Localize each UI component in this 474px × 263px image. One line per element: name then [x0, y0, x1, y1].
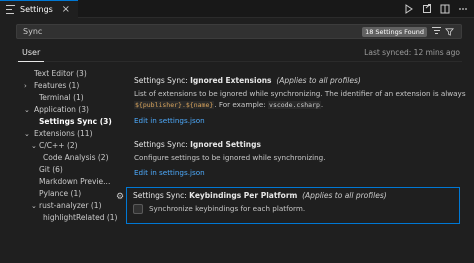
- toc-label: C/C++ (2): [39, 141, 78, 150]
- clear-filter-icon[interactable]: [432, 27, 441, 36]
- chevron-down-icon[interactable]: ⌄: [24, 104, 30, 116]
- description-text: List of extensions to be ignored while s…: [134, 89, 466, 98]
- run-icon[interactable]: [404, 3, 414, 14]
- toc-label: Text Editor (3): [34, 69, 87, 78]
- setting-name: Keybindings Per Platform: [189, 191, 298, 200]
- description-text: . For example:: [214, 100, 266, 109]
- settings-scope-bar: User Last synced: 12 mins ago: [16, 44, 462, 62]
- toc-label: Extensions (11): [34, 129, 93, 138]
- search-value: Sync: [23, 27, 43, 36]
- toc-item-application[interactable]: ⌄ Application (3): [18, 104, 128, 116]
- setting-category: Settings Sync:: [134, 140, 191, 149]
- settings-toc: Text Editor (3) › Features (1) Terminal (…: [18, 68, 128, 224]
- toc-item-text-editor[interactable]: Text Editor (3): [18, 68, 128, 80]
- setting-name: Ignored Extensions: [190, 76, 272, 85]
- tab-user[interactable]: User: [22, 48, 40, 57]
- setting-description: List of extensions to be ignored while s…: [134, 88, 468, 111]
- filter-icon[interactable]: [445, 27, 454, 36]
- close-icon[interactable]: ×: [62, 4, 70, 15]
- toc-label: Markdown Previe...: [39, 177, 111, 186]
- results-count-badge: 18 Settings Found: [362, 27, 427, 37]
- code-snippet: ${publisher}.${name}: [134, 101, 215, 109]
- setting-ignored-settings: Settings Sync: Ignored Settings Configur…: [134, 140, 468, 177]
- toc-label: Settings Sync (3): [39, 117, 112, 126]
- gear-icon[interactable]: ⚙: [116, 193, 125, 202]
- description-text: .: [320, 100, 324, 109]
- toc-item-extensions[interactable]: ⌄ Extensions (11): [18, 128, 128, 140]
- tab-title: Settings: [20, 5, 53, 14]
- chevron-down-icon[interactable]: ⌄: [24, 128, 30, 140]
- toc-item-git[interactable]: Git (6): [18, 164, 128, 176]
- keybindings-per-platform-checkbox[interactable]: [133, 203, 143, 214]
- chevron-right-icon[interactable]: ›: [24, 80, 27, 92]
- toc-label: rust-analyzer (1): [39, 201, 102, 210]
- open-json-icon[interactable]: [422, 3, 432, 14]
- editor-actions: [404, 3, 468, 14]
- checkbox-row: Synchronize keybindings for each platfor…: [133, 203, 453, 214]
- edit-in-settings-json-link[interactable]: Edit in settings.json: [134, 168, 468, 177]
- toc-item-features[interactable]: › Features (1): [18, 80, 128, 92]
- active-tab-indicator: [18, 61, 44, 62]
- setting-category: Settings Sync:: [134, 76, 191, 85]
- setting-title: Settings Sync: Ignored Extensions (Appli…: [134, 76, 468, 85]
- toc-label: Pylance (1): [39, 189, 82, 198]
- toc-item-terminal[interactable]: Terminal (1): [18, 92, 128, 104]
- settings-list-icon: [6, 5, 15, 14]
- setting-category: Settings Sync:: [133, 191, 190, 200]
- edit-in-settings-json-link[interactable]: Edit in settings.json: [134, 116, 468, 125]
- toc-label: Code Analysis (2): [43, 153, 109, 162]
- toc-label: Terminal (1): [39, 93, 84, 102]
- chevron-down-icon[interactable]: ⌄: [31, 200, 37, 212]
- setting-title: Settings Sync: Keybindings Per Platform …: [133, 191, 453, 200]
- scope-note: (Applies to all profiles): [302, 191, 387, 200]
- toc-label: highlightRelated (1): [43, 213, 118, 222]
- toc-label: Application (3): [34, 105, 89, 114]
- toc-item-cpp[interactable]: ⌄ C/C++ (2): [18, 140, 128, 152]
- last-synced-status: Last synced: 12 mins ago: [364, 48, 460, 57]
- setting-title: Settings Sync: Ignored Settings: [134, 140, 468, 149]
- split-editor-icon[interactable]: [440, 3, 450, 14]
- toc-item-code-analysis[interactable]: Code Analysis (2): [18, 152, 128, 164]
- setting-name: Ignored Settings: [190, 140, 261, 149]
- settings-tab[interactable]: Settings ×: [0, 0, 78, 18]
- toc-item-pylance[interactable]: Pylance (1): [18, 188, 128, 200]
- toc-label: Git (6): [39, 165, 63, 174]
- settings-search-input[interactable]: Sync 18 Settings Found: [16, 24, 462, 39]
- toc-item-highlight-related[interactable]: highlightRelated (1): [18, 212, 128, 224]
- setting-description: Synchronize keybindings for each platfor…: [149, 204, 306, 213]
- toc-item-markdown-preview[interactable]: Markdown Previe...: [18, 176, 128, 188]
- toc-label: Features (1): [34, 81, 80, 90]
- toc-item-settings-sync[interactable]: Settings Sync (3): [18, 116, 128, 128]
- setting-keybindings-per-platform[interactable]: Settings Sync: Keybindings Per Platform …: [126, 187, 460, 224]
- setting-ignored-extensions: Settings Sync: Ignored Extensions (Appli…: [134, 76, 468, 125]
- more-actions-icon[interactable]: [458, 3, 468, 14]
- toc-item-rust-analyzer[interactable]: ⌄ rust-analyzer (1): [18, 200, 128, 212]
- scope-note: (Applies to all profiles): [276, 76, 361, 85]
- chevron-down-icon[interactable]: ⌄: [31, 140, 37, 152]
- setting-description: Configure settings to be ignored while s…: [134, 153, 326, 162]
- code-snippet: vscode.csharp: [268, 101, 321, 109]
- editor-tab-bar: Settings ×: [0, 0, 474, 18]
